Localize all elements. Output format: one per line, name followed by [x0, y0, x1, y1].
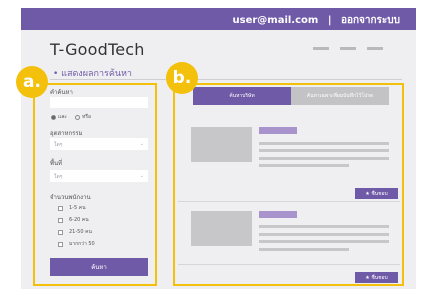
employees-label: จำนวนพนักงาน	[50, 194, 91, 201]
checkbox[interactable]	[58, 205, 63, 211]
result-divider	[178, 201, 400, 202]
header-separator: |	[327, 15, 332, 26]
text-line-placeholder	[259, 248, 349, 251]
company-thumbnail	[191, 211, 252, 246]
employee-range-item[interactable]: 21-50 คน	[58, 228, 92, 236]
callout-a: a.	[16, 66, 48, 98]
chevron-down-icon: ⌄	[139, 141, 144, 147]
tab-search-companies[interactable]: ค้นหาบริษัท	[193, 87, 291, 105]
company-name-placeholder	[259, 127, 297, 134]
employee-range-label: 6-20 คน	[69, 217, 89, 223]
logout-link[interactable]: ออกจากระบบ	[341, 15, 400, 26]
favorite-button[interactable]: ★ ชื่นชอบ	[355, 272, 398, 283]
company-thumbnail	[191, 127, 252, 162]
text-line-placeholder	[259, 240, 389, 243]
industry-select-value: ใดๆ	[54, 142, 63, 148]
radio-and-label: และ	[58, 114, 67, 120]
radio-and[interactable]	[51, 114, 56, 120]
search-results-heading: • แสดงผลการค้นหา	[53, 69, 132, 79]
search-button[interactable]: ค้นหา	[50, 258, 148, 276]
text-line-placeholder	[259, 142, 389, 145]
industry-select[interactable]: ใดๆ ⌄	[50, 138, 148, 150]
nav-placeholder-3[interactable]	[367, 47, 383, 50]
user-menu: user@mail.com | ออกจากระบบ	[233, 13, 401, 28]
employee-range-label: 21-50 คน	[69, 229, 92, 235]
employee-range-item[interactable]: มากกว่า 50	[58, 240, 95, 248]
radio-or[interactable]	[74, 114, 80, 120]
tab-saved-favorites[interactable]: ค้นหาเฉพาะที่ผมบันทึกไว้โปรด	[291, 87, 389, 105]
radio-or-label: หรือ	[81, 114, 91, 120]
nav-placeholder-2[interactable]	[340, 47, 356, 50]
logic-radio-group: และ หรือ	[51, 113, 91, 121]
company-name-placeholder	[259, 211, 297, 218]
checkbox[interactable]	[58, 217, 63, 223]
text-line-placeholder	[259, 225, 389, 228]
area-label: พื้นที่	[50, 160, 63, 167]
text-line-placeholder	[259, 157, 389, 160]
favorite-button[interactable]: ★ ชื่นชอบ	[355, 188, 398, 199]
employee-range-item[interactable]: 1-5 คน	[58, 204, 86, 212]
nav-placeholder-1[interactable]	[313, 47, 329, 50]
employee-range-label: 1-5 คน	[69, 205, 86, 211]
text-line-placeholder	[259, 164, 349, 167]
text-line-placeholder	[259, 233, 389, 236]
top-header-bar: user@mail.com | ออกจากระบบ	[21, 8, 416, 30]
result-divider	[178, 264, 400, 265]
industry-label: อุตสาหกรรม	[50, 130, 83, 137]
employee-range-label: มากกว่า 50	[69, 241, 95, 247]
area-select-value: ใดๆ	[54, 174, 63, 180]
keyword-label: คำค้นหา	[50, 89, 73, 96]
user-email[interactable]: user@mail.com	[233, 15, 319, 26]
brand-logo[interactable]: T-GoodTech	[50, 40, 145, 59]
heading-divider	[50, 79, 402, 80]
employee-range-item[interactable]: 6-20 คน	[58, 216, 89, 224]
checkbox[interactable]	[58, 229, 63, 235]
checkbox[interactable]	[58, 241, 63, 247]
callout-b: b.	[166, 62, 198, 94]
results-panel	[173, 83, 404, 286]
area-select[interactable]: ใดๆ ⌄	[50, 170, 148, 182]
chevron-down-icon: ⌄	[139, 173, 144, 179]
text-line-placeholder	[259, 149, 389, 152]
keyword-input[interactable]	[50, 97, 148, 108]
